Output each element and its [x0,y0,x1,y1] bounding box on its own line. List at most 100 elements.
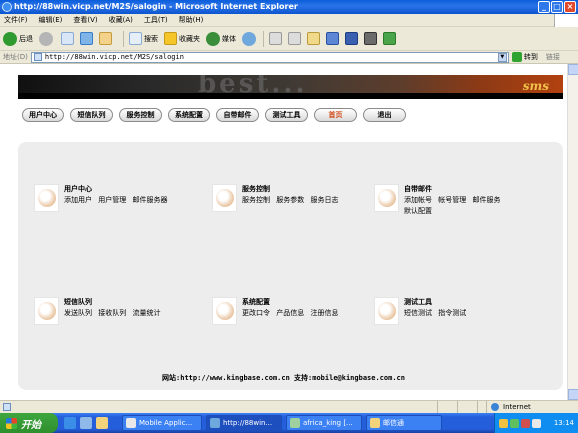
nav-service-control[interactable]: 服务控制 [119,108,162,122]
link-service-control[interactable]: 服务控制 [242,196,270,204]
address-label: 地址(D) [3,53,28,61]
task-ie-window[interactable]: http://88win... [206,415,282,431]
card-title[interactable]: 系统配置 [242,297,270,307]
window-title: http://88win.vicp.net/M2S/salogin - Micr… [14,2,298,11]
menu-tools[interactable]: 工具(T) [144,15,168,25]
card-links: 添加用户 用户管理 邮件服务器 [64,195,184,206]
maximize-button[interactable]: □ [551,1,563,13]
link-default-config[interactable]: 默认配置 [404,207,432,215]
link-mail-service[interactable]: 邮件服务 [472,196,500,204]
nav-home[interactable]: 首页 [314,108,357,122]
card-title[interactable]: 用户中心 [64,184,92,194]
link-mail-server[interactable]: 邮件服务器 [132,196,167,204]
go-label: 转到 [523,53,538,61]
link-service-log[interactable]: 服务日志 [310,196,338,204]
plugin-icon[interactable] [383,32,396,45]
tray-icon[interactable] [532,418,541,428]
window-controls: _ □ × [538,1,576,13]
menu-edit[interactable]: 编辑(E) [39,15,63,25]
scroll-down-button[interactable] [568,389,578,400]
vertical-scrollbar[interactable] [567,64,578,400]
stop-button[interactable] [61,32,74,45]
task-sms-app[interactable]: 邮信通 [366,415,442,431]
card-title[interactable]: 自带邮件 [404,184,432,194]
link-sms-test[interactable]: 短信测试 [404,309,432,317]
address-box[interactable]: ▼ [30,51,509,63]
nav-sms-queue[interactable]: 短信队列 [70,108,113,122]
scroll-up-button[interactable] [568,64,578,75]
link-product-info[interactable]: 产品信息 [276,309,304,317]
menu-view[interactable]: 查看(V) [73,15,97,25]
card-links: 短信测试 指令测试 [404,308,524,319]
nav-system-config[interactable]: 系统配置 [168,108,210,122]
nav-builtin-mail[interactable]: 自带邮件 [216,108,259,122]
task-label: Mobile Applic... [139,419,193,427]
main-nav: 用户中心 短信队列 服务控制 系统配置 自带邮件 测试工具 首页 退出 [22,108,406,122]
system-tray: 13:14 [494,413,578,433]
print-icon[interactable] [288,32,301,45]
windows-flag-icon [6,417,17,429]
address-dropdown-button[interactable]: ▼ [497,52,507,62]
toolbar-separator [123,30,124,47]
link-service-params[interactable]: 服务参数 [276,196,304,204]
search-button[interactable]: 搜索 [129,32,158,45]
quicklaunch-folder-icon[interactable] [96,417,108,429]
page-content: best... sms 用户中心 短信队列 服务控制 系统配置 自带邮件 测试工… [0,64,567,400]
card-title[interactable]: 短信队列 [64,297,92,307]
menu-help[interactable]: 帮助(H) [179,15,204,25]
start-button[interactable]: 开始 [0,413,58,433]
task-mobile-applic[interactable]: Mobile Applic... [122,415,202,431]
history-icon[interactable] [242,31,256,46]
status-divider [457,401,458,413]
messenger-icon[interactable] [326,32,339,45]
card-title[interactable]: 测试工具 [404,297,432,307]
address-input[interactable] [44,53,495,61]
menu-favorites[interactable]: 收藏(A) [109,15,133,25]
media-button[interactable]: 媒体 [206,31,236,46]
link-add-user[interactable]: 添加用户 [64,196,92,204]
links-button[interactable]: 链接 [546,52,560,62]
menu-bar: 文件(F) 编辑(E) 查看(V) 收藏(A) 工具(T) 帮助(H) [0,14,578,27]
link-account-manage[interactable]: 帐号管理 [438,196,466,204]
nav-logout[interactable]: 退出 [363,108,406,122]
menu-file[interactable]: 文件(F) [4,15,28,25]
link-traffic-stats[interactable]: 流量统计 [132,309,160,317]
task-africa-king[interactable]: africa_king [... [286,415,362,431]
nav-test-tools[interactable]: 测试工具 [265,108,308,122]
tray-icon[interactable] [499,418,508,428]
link-receive-queue[interactable]: 接收队列 [98,309,126,317]
link-change-password[interactable]: 更改口令 [242,309,270,317]
research-icon[interactable] [345,32,358,45]
go-button[interactable]: 转到 [511,52,538,62]
home-button[interactable] [99,32,112,45]
favorites-button[interactable]: 收藏夹 [164,32,200,45]
page-icon [33,53,42,61]
tray-icon[interactable] [510,418,519,428]
task-label: http://88win... [223,419,273,427]
refresh-button[interactable] [80,32,93,45]
quicklaunch-ie-icon[interactable] [64,417,76,429]
nav-user-center[interactable]: 用户中心 [22,108,64,122]
banner-sms-logo: sms [522,79,549,93]
quicklaunch-desktop-icon[interactable] [80,417,92,429]
back-button[interactable]: 后退 [3,31,33,46]
system-config-icon [212,297,237,325]
edit-icon[interactable] [307,32,320,45]
link-add-account[interactable]: 添加帐号 [404,196,432,204]
card-links: 更改口令 产品信息 注册信息 [242,308,362,319]
link-register-info[interactable]: 注册信息 [310,309,338,317]
mail-icon[interactable] [269,32,282,45]
tool-icon[interactable] [364,32,377,45]
star-icon [164,32,177,45]
forward-button[interactable] [39,31,53,46]
card-title[interactable]: 服务控制 [242,184,270,194]
link-user-manage[interactable]: 用户管理 [98,196,126,204]
close-button[interactable]: × [564,1,576,13]
link-send-queue[interactable]: 发送队列 [64,309,92,317]
ie-icon [210,418,220,428]
tray-icon[interactable] [521,418,530,428]
minimize-button[interactable]: _ [538,1,550,13]
link-command-test[interactable]: 指令测试 [438,309,466,317]
test-tools-icon [374,297,399,325]
banner-stripe [18,93,563,99]
